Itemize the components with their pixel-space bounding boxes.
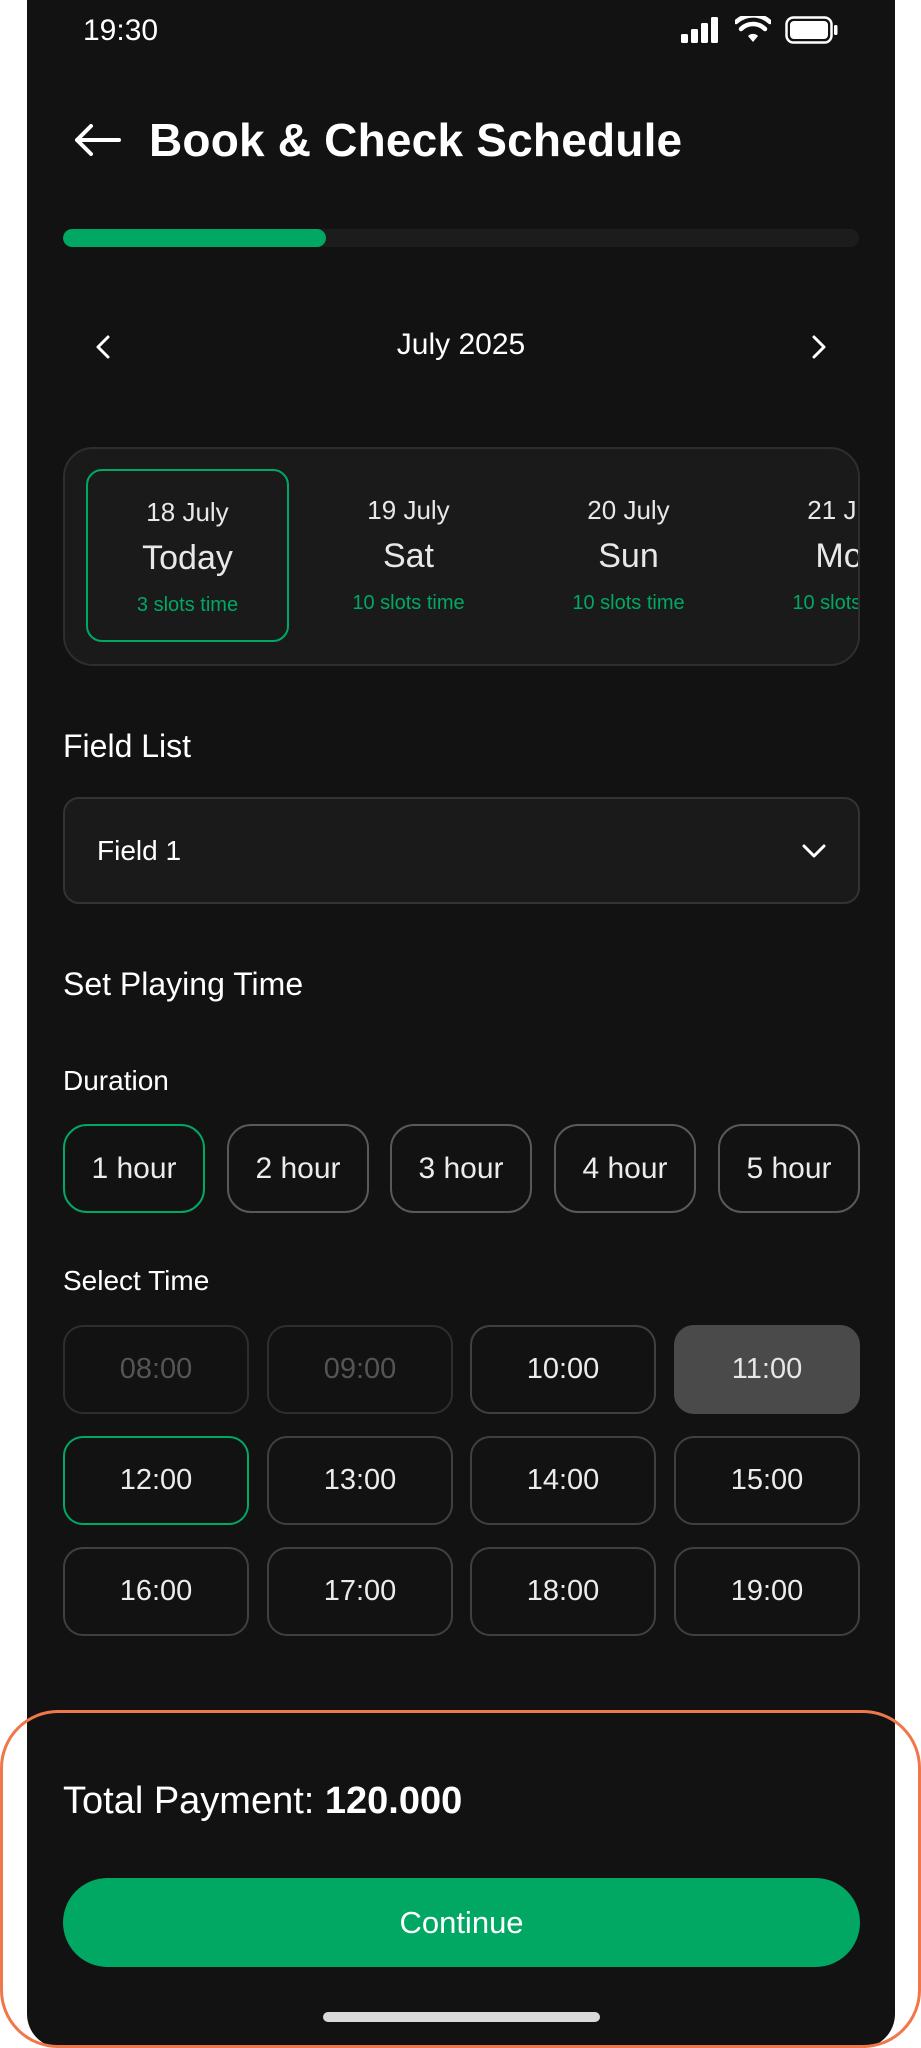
playing-time-title: Set Playing Time xyxy=(63,966,304,1002)
continue-button[interactable]: Continue xyxy=(63,1878,860,1967)
date-slots: 3 slots time xyxy=(136,594,239,616)
chevron-right-icon xyxy=(812,335,826,359)
wifi-icon xyxy=(735,16,771,42)
duration-chip-1-hour[interactable]: 1 hour xyxy=(63,1124,205,1213)
time-slot-1100[interactable]: 11:00 xyxy=(674,1325,860,1414)
chevron-down-icon xyxy=(802,844,826,857)
time-slot-1000[interactable]: 10:00 xyxy=(470,1325,656,1414)
total-payment-value: 120.000 xyxy=(324,1780,463,1822)
page-title: Book & Check Schedule xyxy=(149,114,683,166)
total-payment-label: Total Payment: xyxy=(63,1780,315,1822)
phone-screen: 19:30 Book & Check Schedule July 2025 18… xyxy=(27,0,895,2048)
duration-chip-3-hour[interactable]: 3 hour xyxy=(390,1124,532,1213)
duration-label: Duration xyxy=(63,1065,169,1096)
back-button[interactable] xyxy=(65,108,129,172)
time-slot-1600[interactable]: 16:00 xyxy=(63,1547,249,1636)
date-selector[interactable]: 18 July Today 3 slots time 19 July Sat 1… xyxy=(63,447,860,666)
time-slot-1700[interactable]: 17:00 xyxy=(267,1547,453,1636)
date-weekday: Sat xyxy=(382,537,435,575)
time-slot-0800: 08:00 xyxy=(63,1325,249,1414)
field-dropdown[interactable]: Field 1 xyxy=(63,797,860,904)
next-month-button[interactable] xyxy=(794,322,844,372)
date-card-19-july[interactable]: 19 July Sat 10 slots time xyxy=(307,469,510,642)
date-card-18-july[interactable]: 18 July Today 3 slots time xyxy=(86,469,289,642)
field-list-title: Field List xyxy=(63,728,192,764)
duration-chip-2-hour[interactable]: 2 hour xyxy=(227,1124,369,1213)
home-indicator xyxy=(323,2012,600,2022)
time-slot-1800[interactable]: 18:00 xyxy=(470,1547,656,1636)
duration-chip-4-hour[interactable]: 4 hour xyxy=(554,1124,696,1213)
total-payment: Total Payment: 120.000 xyxy=(63,1780,462,1823)
arrow-left-icon xyxy=(75,124,121,156)
date-weekday: Today xyxy=(142,539,233,577)
field-dropdown-value: Field 1 xyxy=(97,834,182,866)
date-slots: 10 slots time xyxy=(792,592,860,614)
status-time: 19:30 xyxy=(83,14,159,47)
date-day: 18 July xyxy=(146,497,229,527)
date-card-20-july[interactable]: 20 July Sun 10 slots time xyxy=(527,469,730,642)
duration-chip-5-hour[interactable]: 5 hour xyxy=(718,1124,860,1213)
progress-fill xyxy=(63,229,326,247)
time-slot-1400[interactable]: 14:00 xyxy=(470,1436,656,1525)
status-icons xyxy=(681,16,839,44)
month-label: July 2025 xyxy=(396,328,526,361)
date-card-21-july[interactable]: 21 July Mon 10 slots time xyxy=(747,469,860,642)
date-weekday: Mon xyxy=(815,537,858,575)
date-day: 21 July xyxy=(807,495,858,525)
time-slot-0900: 09:00 xyxy=(267,1325,453,1414)
select-time-label: Select Time xyxy=(63,1265,210,1296)
time-slot-1300[interactable]: 13:00 xyxy=(267,1436,453,1525)
progress-bar xyxy=(63,229,859,247)
date-slots: 10 slots time xyxy=(572,592,685,614)
time-slot-1200[interactable]: 12:00 xyxy=(63,1436,249,1525)
battery-icon xyxy=(785,16,838,44)
date-weekday: Sun xyxy=(598,537,659,575)
time-slot-1900[interactable]: 19:00 xyxy=(674,1547,860,1636)
date-day: 19 July xyxy=(367,495,450,525)
date-slots: 10 slots time xyxy=(352,592,465,614)
signal-icon xyxy=(681,17,718,43)
date-day: 20 July xyxy=(587,495,670,525)
time-slot-1500[interactable]: 15:00 xyxy=(674,1436,860,1525)
